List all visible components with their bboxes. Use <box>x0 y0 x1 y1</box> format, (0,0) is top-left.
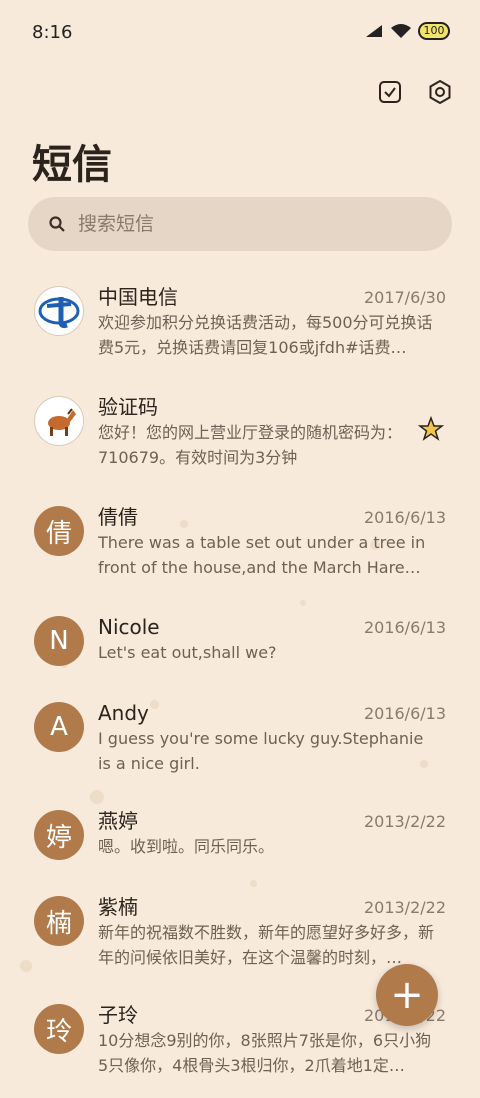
message-preview: 新年的祝福数不胜数，新年的愿望好多好多，新年的问候依旧美好，在这个温馨的时刻，… <box>98 923 435 967</box>
avatar: 楠 <box>34 896 84 946</box>
contact-name: 验证码 <box>98 395 158 419</box>
message-date: 2013/2/22 <box>363 812 446 831</box>
message-preview: 10分想念9别的你，8张照片7张是你，6只小狗5只像你，4根骨头3根归你，2爪着… <box>98 1031 432 1075</box>
message-preview: 您好！您的网上营业厅登录的随机密码为：710679。有效时间为3分钟 <box>98 423 403 467</box>
settings-button[interactable] <box>426 78 454 106</box>
battery-indicator: 100 <box>418 22 450 40</box>
message-date: 2016/6/13 <box>363 618 446 637</box>
avatar: 婷 <box>34 810 84 860</box>
conversation-row[interactable]: 中国电信 2017/6/30 欢迎参加积分兑换话费活动，每500分可兑换话费5元… <box>0 270 480 380</box>
new-message-button[interactable]: + <box>376 964 438 1026</box>
status-bar: 8:16 100 <box>0 0 480 64</box>
message-preview: There was a table set out under a tree i… <box>98 533 426 577</box>
message-preview: 嗯。收到啦。同乐同乐。 <box>98 837 275 856</box>
avatar: N <box>34 616 84 666</box>
status-time: 8:16 <box>32 22 73 43</box>
checkbox-icon <box>379 81 401 103</box>
page-title: 短信 <box>32 142 112 188</box>
gear-icon <box>429 79 451 105</box>
message-preview: 欢迎参加积分兑换话费活动，每500分可兑换话费5元，兑换话费请回复106或jfd… <box>98 313 433 357</box>
status-icons: 100 <box>364 22 450 40</box>
message-date: 2017/6/30 <box>363 288 446 307</box>
star-icon[interactable] <box>418 416 444 442</box>
message-date: 2016/6/13 <box>363 508 446 527</box>
avatar: 倩 <box>34 506 84 556</box>
avatar <box>34 286 84 336</box>
select-button[interactable] <box>376 78 404 106</box>
message-preview: Let's eat out,shall we? <box>98 643 277 662</box>
conversation-row[interactable]: N Nicole 2016/6/13 Let's eat out,shall w… <box>0 600 480 686</box>
conversation-row[interactable]: 验证码 您好！您的网上营业厅登录的随机密码为：710679。有效时间为3分钟 <box>0 380 480 490</box>
message-date: 2013/2/22 <box>363 898 446 917</box>
message-date: 2016/6/13 <box>363 704 446 723</box>
conversation-row[interactable]: A Andy 2016/6/13 I guess you're some luc… <box>0 686 480 794</box>
avatar: 玲 <box>34 1004 84 1054</box>
toolbar <box>376 78 454 106</box>
signal-icon <box>366 25 382 37</box>
search-bar[interactable] <box>28 197 452 251</box>
china-telecom-logo-icon <box>38 290 80 332</box>
message-preview: I guess you're some lucky guy.Stephanie … <box>98 729 424 773</box>
conversation-row[interactable]: 倩 倩倩 2016/6/13 There was a table set out… <box>0 490 480 600</box>
wifi-icon <box>391 24 411 38</box>
conversation-row[interactable]: 婷 燕婷 2013/2/22 嗯。收到啦。同乐同乐。 <box>0 794 480 880</box>
avatar: A <box>34 702 84 752</box>
avatar <box>34 396 84 446</box>
horse-picture-icon <box>48 408 76 436</box>
search-icon <box>49 216 65 232</box>
search-input[interactable] <box>76 212 420 236</box>
